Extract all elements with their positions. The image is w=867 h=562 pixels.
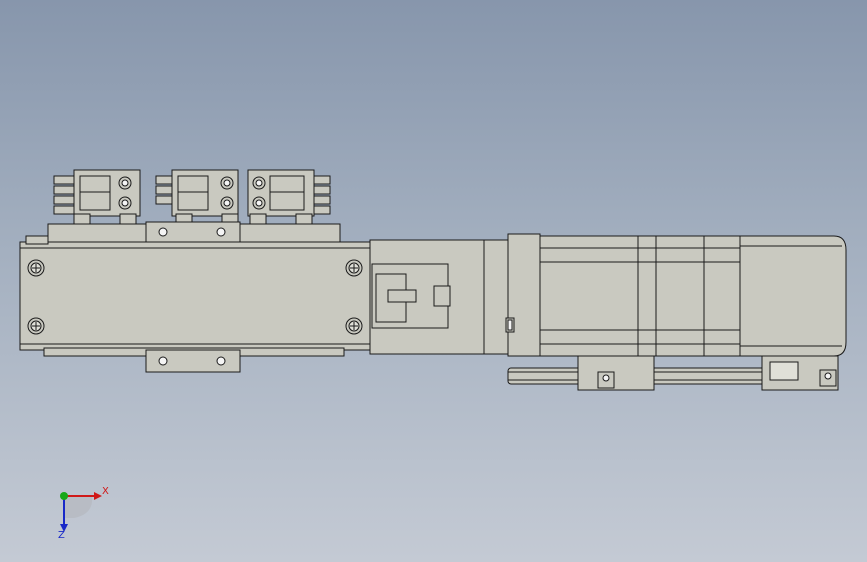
guide-rod-assembly[interactable] — [507, 355, 839, 391]
top-carriage[interactable] — [145, 221, 241, 245]
screw-top-left — [27, 259, 45, 277]
valve-block-left[interactable] — [53, 169, 141, 225]
bottom-carriage[interactable] — [145, 349, 241, 373]
x-axis-arrow — [94, 492, 102, 500]
screw-top-right — [345, 259, 363, 277]
valve-block-middle[interactable] — [155, 169, 239, 225]
x-axis-label: X — [102, 486, 109, 497]
cad-graphics-viewport[interactable]: X Z — [0, 0, 867, 562]
motor-adapter[interactable] — [483, 233, 541, 357]
screw-bottom-left — [27, 317, 45, 335]
screw-bottom-right — [345, 317, 363, 335]
z-axis-label: Z — [58, 530, 65, 541]
actuator-assembly-model[interactable] — [0, 0, 867, 562]
actuator-main-body[interactable] — [19, 235, 371, 351]
y-axis-dot — [60, 492, 68, 500]
coupling-housing[interactable] — [369, 239, 485, 355]
servo-motor-body[interactable] — [539, 235, 741, 357]
motor-encoder-cover[interactable] — [739, 235, 847, 357]
valve-block-right[interactable] — [247, 169, 331, 225]
